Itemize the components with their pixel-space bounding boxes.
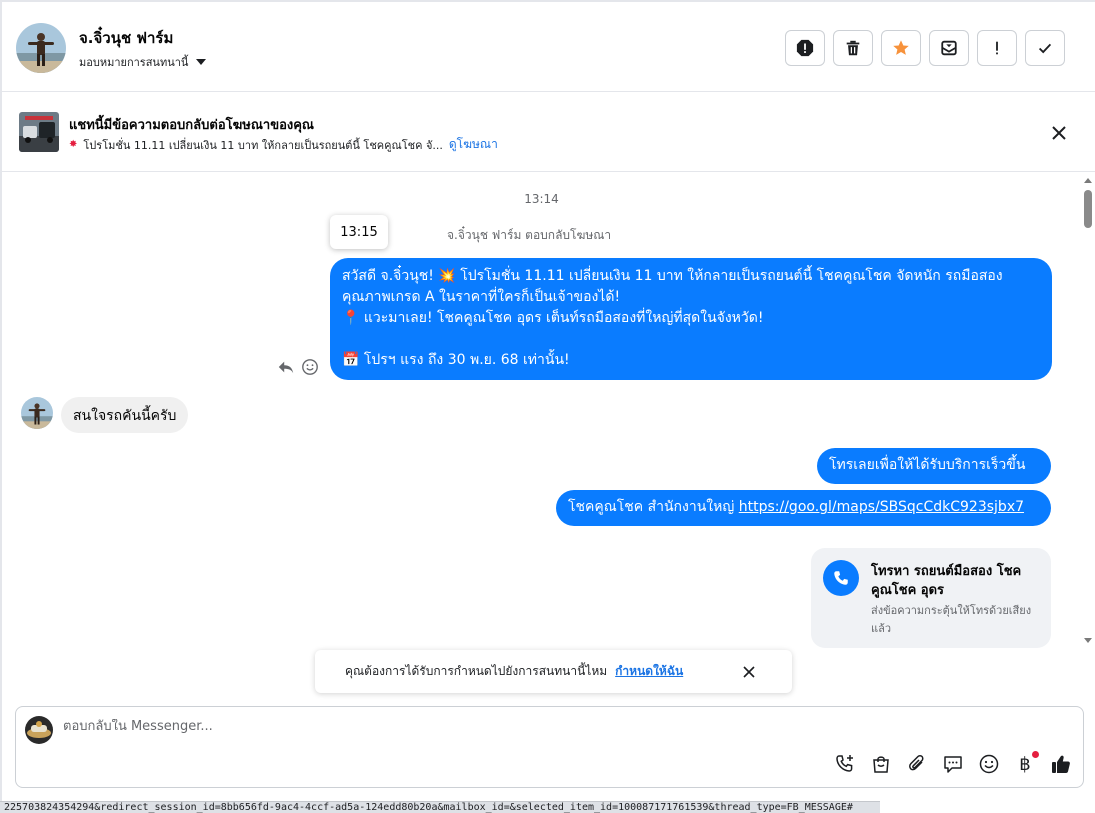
scroll-up-arrow-icon[interactable]: [1084, 178, 1092, 183]
ad-banner-subtitle: ✸ โปรโมชั่น 11.11 เปลี่ยนเงิน 11 บาท ให้…: [69, 135, 509, 154]
maps-link[interactable]: https://goo.gl/maps/SBSqcCdkC923sjbx7: [739, 499, 1024, 515]
octagon-alert-icon: [796, 39, 814, 57]
phone-plus-icon: [836, 755, 853, 772]
reply-icon[interactable]: [277, 358, 295, 376]
thumbs-up-icon: [1052, 755, 1070, 773]
close-icon: [743, 666, 755, 678]
office-label: โชคคูณโชค สำนักงานใหญ่: [568, 499, 735, 515]
react-smiley-icon[interactable]: [301, 358, 319, 376]
conversation-header: จ.จิ๋วนุช ฟาร์ม มอบหมายการสนทนานี้: [2, 2, 1095, 92]
checkmark-icon: [1038, 43, 1052, 54]
toast-close-button[interactable]: [741, 664, 757, 680]
paperclip-icon: [909, 755, 924, 771]
move-to-inbox-button[interactable]: [929, 30, 969, 66]
scrollbar-thumb[interactable]: [1084, 190, 1092, 228]
mark-spam-button[interactable]: [785, 30, 825, 66]
ad-message-line: คุณภาพเกรด A ในราคาที่ใครก็เป็นเจ้าของได…: [342, 289, 621, 305]
assign-to-me-toast: คุณต้องการได้รับการกำหนดไปยังการสนทนานี้…: [315, 650, 792, 693]
message-composer: ฿: [15, 706, 1084, 788]
outgoing-call-prompt[interactable]: โทรเลยเพื่อให้ได้รับบริการเร็วขึ้น: [817, 448, 1051, 484]
toast-text: คุณต้องการได้รับการกำหนดไปยังการสนทนานี้…: [345, 664, 608, 678]
ad-thumbnail[interactable]: [19, 112, 59, 152]
message-hover-actions: [277, 358, 319, 376]
assign-to-me-link[interactable]: กำหนดให้ฉัน: [615, 662, 683, 681]
attach-button[interactable]: [906, 753, 928, 775]
ad-message-line: สวัสดี จ.จิ๋วนุช! 💥 โปรโมชั่น 11.11 เปลี…: [342, 268, 1003, 284]
saved-replies-button[interactable]: [942, 753, 964, 775]
close-icon: [1052, 126, 1066, 140]
call-card-title: โทรหา รถยนต์มือสอง โชคคูณโชค อุดร: [871, 564, 1022, 598]
smiley-icon: [979, 754, 999, 774]
time-tooltip: 13:15: [330, 215, 388, 249]
browser-status-url: 225703824354294&redirect_session_id=8bb6…: [0, 801, 880, 813]
baht-icon: ฿: [1019, 753, 1031, 775]
emoji-button[interactable]: [978, 753, 1000, 775]
line-break: [342, 329, 1040, 350]
composer-tools: ฿: [834, 751, 1072, 775]
inbox-icon: [941, 40, 957, 56]
like-button[interactable]: [1050, 753, 1072, 775]
call-card-subtitle: ส่งข้อความกระตุ้นให้โทรด้วยเสียงแล้ว: [871, 604, 1032, 635]
message-list[interactable]: 13:14 จ.จิ๋วนุช ฟาร์ม ตอบกลับโฆษณา 13:15…: [2, 172, 1081, 652]
outgoing-office-location[interactable]: โชคคูณโชค สำนักงานใหญ่ https://goo.gl/ma…: [556, 490, 1051, 526]
contact-avatar[interactable]: [16, 23, 66, 73]
shopping-bag-icon: [873, 756, 889, 773]
mark-done-button[interactable]: [1025, 30, 1065, 66]
call-prompt-card[interactable]: โทรหา รถยนต์มือสอง โชคคูณโชค อุดร ส่งข้อ…: [811, 548, 1051, 648]
ad-message-line: 📅 โปรฯ แรง ถึง 30 พ.ย. 68 เท่านั้น!: [342, 352, 570, 368]
notification-dot: [1032, 751, 1039, 758]
header-actions: [785, 30, 1065, 66]
sender-avatar[interactable]: [21, 397, 53, 429]
ad-banner-title: แชทนี้มีข้อความตอบกลับต่อโฆษณาของคุณ: [69, 118, 314, 133]
view-ad-link[interactable]: ดูโฆษณา: [449, 135, 498, 154]
caret-down-icon: [196, 59, 207, 65]
shop-button[interactable]: [870, 753, 892, 775]
ad-reply-banner: แชทนี้มีข้อความตอบกลับต่อโฆษณาของคุณ ✸ โ…: [2, 92, 1095, 172]
incoming-message[interactable]: สนใจรถคันนี้ครับ: [61, 397, 189, 433]
outgoing-ad-message[interactable]: สวัสดี จ.จิ๋วนุช! 💥 โปรโมชั่น 11.11 เปลี…: [330, 258, 1052, 380]
star-icon: [893, 40, 909, 55]
star-button[interactable]: [881, 30, 921, 66]
ad-reply-note: จ.จิ๋วนุช ฟาร์ม ตอบกลับโฆษณา: [447, 228, 612, 242]
scroll-down-arrow-icon[interactable]: [1084, 638, 1092, 643]
message-timestamp: 13:14: [524, 192, 559, 206]
assign-conversation-dropdown[interactable]: มอบหมายการสนทนานี้: [79, 53, 207, 71]
payment-button[interactable]: ฿: [1014, 751, 1039, 775]
assign-label: มอบหมายการสนทนานี้: [79, 56, 189, 69]
page-avatar: [25, 716, 53, 744]
important-button[interactable]: [977, 30, 1017, 66]
ad-banner-text: โปรโมชั่น 11.11 เปลี่ยนเงิน 11 บาท ให้กล…: [83, 138, 443, 152]
delete-button[interactable]: [833, 30, 873, 66]
contact-name: จ.จิ๋วนุช ฟาร์ม: [79, 29, 174, 47]
exclamation-icon: [996, 41, 998, 55]
chat-bubble-icon: [944, 756, 962, 773]
phone-icon: [823, 560, 859, 596]
trash-icon: [846, 40, 860, 56]
add-call-button[interactable]: [834, 753, 856, 775]
close-banner-button[interactable]: [1048, 122, 1070, 144]
reply-input[interactable]: [63, 719, 763, 734]
ad-message-line: 📍 แวะมาเลย! โชคคูณโชค อุดร เต็นท์รถมือสอ…: [342, 310, 764, 326]
sparkle-icon: ✸: [69, 139, 78, 150]
chat-scrollbar[interactable]: [1081, 172, 1095, 652]
